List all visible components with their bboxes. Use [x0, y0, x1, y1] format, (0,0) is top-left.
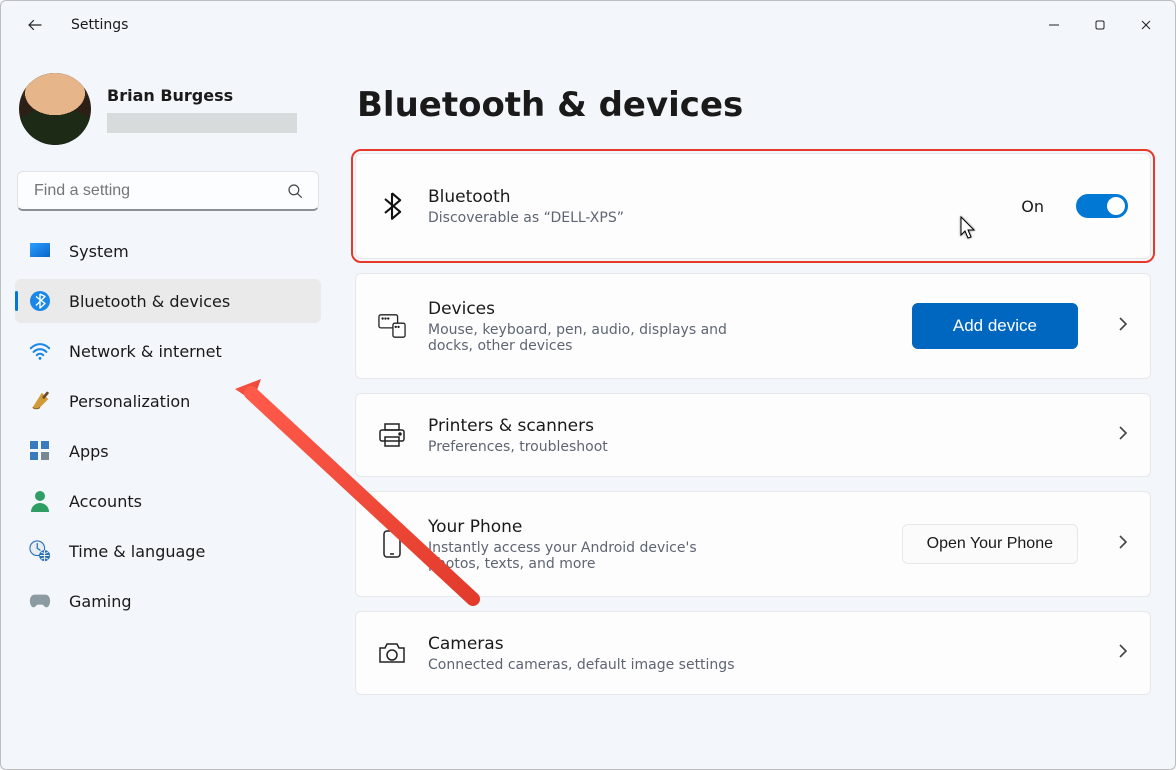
search-input[interactable]	[32, 181, 286, 201]
app-title: Settings	[71, 17, 128, 33]
add-device-button[interactable]: Add device	[912, 303, 1078, 349]
nav-item-time-language[interactable]: Time & language	[15, 529, 321, 573]
card-title: Bluetooth	[428, 186, 999, 208]
nav-label: Bluetooth & devices	[69, 292, 230, 311]
apps-icon	[29, 440, 51, 462]
close-button[interactable]	[1123, 9, 1169, 41]
bluetooth-icon	[378, 192, 406, 220]
back-arrow-icon	[26, 16, 44, 34]
paintbrush-icon	[29, 390, 51, 412]
your-phone-card[interactable]: Your Phone Instantly access your Android…	[355, 491, 1151, 597]
card-sub: Discoverable as “DELL-XPS”	[428, 210, 748, 226]
nav-item-personalization[interactable]: Personalization	[15, 379, 321, 423]
bluetooth-toggle-card: Bluetooth Discoverable as “DELL-XPS” On	[355, 153, 1151, 259]
printers-card[interactable]: Printers & scanners Preferences, trouble…	[355, 393, 1151, 477]
nav-label: Time & language	[69, 542, 205, 561]
profile-name: Brian Burgess	[107, 86, 297, 105]
chevron-right-icon	[1118, 643, 1128, 663]
card-title: Printers & scanners	[428, 415, 1078, 437]
open-your-phone-button[interactable]: Open Your Phone	[902, 524, 1078, 564]
phone-icon	[378, 530, 406, 558]
printer-icon	[378, 423, 406, 447]
nav-item-system[interactable]: System	[15, 229, 321, 273]
card-title: Your Phone	[428, 516, 880, 538]
nav-label: Network & internet	[69, 342, 222, 361]
nav: System Bluetooth & devices Network & int…	[11, 229, 325, 623]
back-button[interactable]	[17, 7, 53, 43]
toggle-state-label: On	[1021, 197, 1044, 216]
display-icon	[29, 240, 51, 262]
nav-item-bluetooth[interactable]: Bluetooth & devices	[15, 279, 321, 323]
clock-globe-icon	[29, 540, 51, 562]
minimize-button[interactable]	[1031, 9, 1077, 41]
person-icon	[29, 490, 51, 512]
nav-label: System	[69, 242, 129, 261]
main-content: Bluetooth & devices Bluetooth Discoverab…	[331, 49, 1175, 769]
cameras-card[interactable]: Cameras Connected cameras, default image…	[355, 611, 1151, 695]
card-title: Cameras	[428, 633, 1078, 655]
nav-item-apps[interactable]: Apps	[15, 429, 321, 473]
window-controls	[1031, 9, 1169, 41]
nav-item-accounts[interactable]: Accounts	[15, 479, 321, 523]
card-sub: Instantly access your Android device's p…	[428, 540, 748, 572]
card-sub: Preferences, troubleshoot	[428, 439, 748, 455]
maximize-button[interactable]	[1077, 9, 1123, 41]
search-icon	[286, 182, 304, 200]
avatar	[19, 73, 91, 145]
bluetooth-toggle[interactable]	[1076, 194, 1128, 218]
chevron-right-icon	[1118, 534, 1128, 554]
chevron-right-icon	[1118, 425, 1128, 445]
camera-icon	[378, 642, 406, 664]
sidebar: Brian Burgess System Bluetooth & devices…	[1, 49, 331, 769]
card-sub: Connected cameras, default image setting…	[428, 657, 748, 673]
nav-label: Personalization	[69, 392, 190, 411]
bluetooth-circle-icon	[29, 290, 51, 312]
nav-label: Apps	[69, 442, 109, 461]
nav-item-network[interactable]: Network & internet	[15, 329, 321, 373]
page-title: Bluetooth & devices	[357, 85, 1151, 125]
nav-label: Accounts	[69, 492, 142, 511]
chevron-right-icon	[1118, 316, 1128, 336]
gamepad-icon	[29, 590, 51, 612]
card-sub: Mouse, keyboard, pen, audio, displays an…	[428, 322, 748, 354]
nav-label: Gaming	[69, 592, 132, 611]
nav-item-gaming[interactable]: Gaming	[15, 579, 321, 623]
wifi-icon	[29, 340, 51, 362]
devices-icon	[378, 313, 406, 339]
search-box[interactable]	[17, 171, 319, 211]
profile-email-redacted	[107, 113, 297, 133]
card-title: Devices	[428, 298, 890, 320]
titlebar: Settings	[1, 1, 1175, 49]
profile-block[interactable]: Brian Burgess	[11, 63, 325, 161]
devices-card[interactable]: Devices Mouse, keyboard, pen, audio, dis…	[355, 273, 1151, 379]
